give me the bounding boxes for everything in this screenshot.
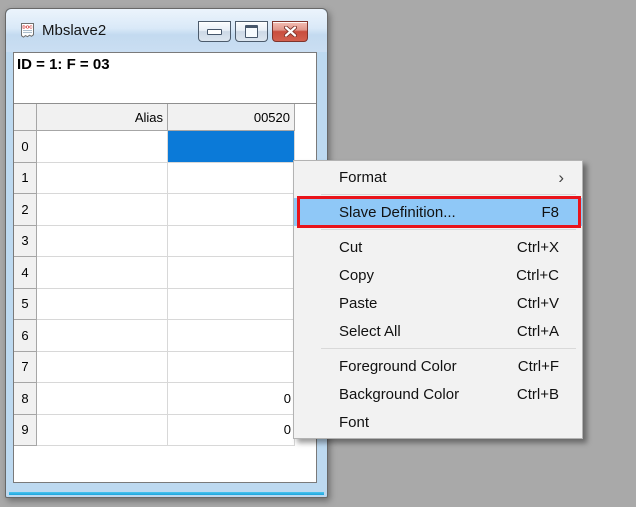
menu-item-label: Cut bbox=[339, 239, 362, 256]
value-cell[interactable] bbox=[168, 352, 295, 384]
menu-item-copy[interactable]: Copy Ctrl+C bbox=[294, 261, 582, 289]
menu-shortcut: Ctrl+B bbox=[517, 386, 559, 403]
value-cell-selected[interactable] bbox=[168, 131, 295, 163]
row-header[interactable]: 0 bbox=[14, 131, 37, 163]
menu-item-select-all[interactable]: Select All Ctrl+A bbox=[294, 317, 582, 345]
table-row: 4 bbox=[14, 257, 316, 289]
slave-status-line: ID = 1: F = 03 bbox=[17, 56, 110, 73]
table-row: 2 bbox=[14, 194, 316, 226]
value-cell[interactable] bbox=[168, 320, 295, 352]
alias-cell[interactable] bbox=[37, 257, 168, 289]
menu-shortcut: Ctrl+X bbox=[517, 239, 559, 256]
restore-icon bbox=[245, 25, 258, 38]
row-header[interactable]: 8 bbox=[14, 383, 37, 415]
value-cell[interactable] bbox=[168, 194, 295, 226]
row-header[interactable]: 6 bbox=[14, 320, 37, 352]
table-row: 5 bbox=[14, 289, 316, 321]
menu-item-paste[interactable]: Paste Ctrl+V bbox=[294, 289, 582, 317]
alias-cell[interactable] bbox=[37, 163, 168, 195]
menu-shortcut: Ctrl+A bbox=[517, 323, 559, 340]
title-bar[interactable]: DOC Mbslave2 bbox=[6, 9, 327, 52]
menu-separator bbox=[321, 229, 576, 230]
value-cell[interactable] bbox=[168, 226, 295, 258]
grid-header-row: Alias 00520 bbox=[14, 104, 316, 131]
minimize-icon bbox=[207, 29, 222, 35]
table-row: 3 bbox=[14, 226, 316, 258]
context-menu: Format › Slave Definition... F8 Cut Ctrl… bbox=[293, 160, 583, 439]
menu-item-label: Copy bbox=[339, 267, 374, 284]
menu-shortcut: Ctrl+C bbox=[516, 267, 559, 284]
column-header-alias[interactable]: Alias bbox=[37, 104, 168, 131]
window-title: Mbslave2 bbox=[42, 22, 106, 39]
menu-item-font[interactable]: Font bbox=[294, 408, 582, 436]
alias-cell[interactable] bbox=[37, 194, 168, 226]
alias-cell[interactable] bbox=[37, 383, 168, 415]
menu-item-label: Slave Definition... bbox=[339, 204, 456, 221]
menu-item-label: Background Color bbox=[339, 386, 459, 403]
table-row: 0 bbox=[14, 131, 316, 163]
menu-shortcut: F8 bbox=[541, 204, 559, 221]
value-cell[interactable] bbox=[168, 163, 295, 195]
table-row: 6 bbox=[14, 320, 316, 352]
alias-cell[interactable] bbox=[37, 131, 168, 163]
restore-button[interactable] bbox=[235, 21, 268, 42]
value-cell[interactable]: 0 bbox=[168, 383, 295, 415]
table-row: 9 0 bbox=[14, 415, 316, 447]
menu-shortcut: Ctrl+V bbox=[517, 295, 559, 312]
value-cell[interactable] bbox=[168, 289, 295, 321]
menu-item-background-color[interactable]: Background Color Ctrl+B bbox=[294, 380, 582, 408]
menu-item-cut[interactable]: Cut Ctrl+X bbox=[294, 233, 582, 261]
row-header[interactable]: 3 bbox=[14, 226, 37, 258]
menu-item-label: Font bbox=[339, 414, 369, 431]
row-header[interactable]: 2 bbox=[14, 194, 37, 226]
alias-cell[interactable] bbox=[37, 352, 168, 384]
svg-text:DOC: DOC bbox=[22, 25, 33, 30]
alias-cell[interactable] bbox=[37, 289, 168, 321]
row-header[interactable]: 9 bbox=[14, 415, 37, 447]
window-controls bbox=[198, 21, 308, 42]
minimize-button[interactable] bbox=[198, 21, 231, 42]
client-area: ID = 1: F = 03 Alias 00520 0 1 2 bbox=[13, 52, 317, 483]
row-header[interactable]: 1 bbox=[14, 163, 37, 195]
alias-cell[interactable] bbox=[37, 226, 168, 258]
menu-item-label: Foreground Color bbox=[339, 358, 457, 375]
value-cell[interactable] bbox=[168, 257, 295, 289]
document-icon: DOC bbox=[19, 22, 36, 39]
menu-item-label: Paste bbox=[339, 295, 377, 312]
register-grid: Alias 00520 0 1 2 3 bbox=[14, 103, 316, 446]
menu-separator bbox=[321, 348, 576, 349]
table-row: 7 bbox=[14, 352, 316, 384]
row-header[interactable]: 5 bbox=[14, 289, 37, 321]
table-row: 8 0 bbox=[14, 383, 316, 415]
submenu-arrow-icon: › bbox=[558, 169, 564, 186]
menu-shortcut: Ctrl+F bbox=[518, 358, 559, 375]
mbslave2-window: DOC Mbslave2 ID = 1: F = 03 bbox=[5, 8, 328, 498]
column-header-00520[interactable]: 00520 bbox=[168, 104, 295, 131]
menu-item-slave-definition[interactable]: Slave Definition... F8 bbox=[294, 198, 582, 226]
alias-cell[interactable] bbox=[37, 320, 168, 352]
close-button[interactable] bbox=[272, 21, 308, 42]
menu-separator bbox=[321, 194, 576, 195]
alias-cell[interactable] bbox=[37, 415, 168, 447]
value-cell[interactable]: 0 bbox=[168, 415, 295, 447]
menu-item-format[interactable]: Format › bbox=[294, 163, 582, 191]
menu-item-label: Select All bbox=[339, 323, 401, 340]
row-header[interactable]: 4 bbox=[14, 257, 37, 289]
menu-item-label: Format bbox=[339, 169, 387, 186]
grid-corner-header[interactable] bbox=[14, 104, 37, 131]
row-header[interactable]: 7 bbox=[14, 352, 37, 384]
table-row: 1 bbox=[14, 163, 316, 195]
close-icon bbox=[284, 26, 297, 37]
menu-item-foreground-color[interactable]: Foreground Color Ctrl+F bbox=[294, 352, 582, 380]
